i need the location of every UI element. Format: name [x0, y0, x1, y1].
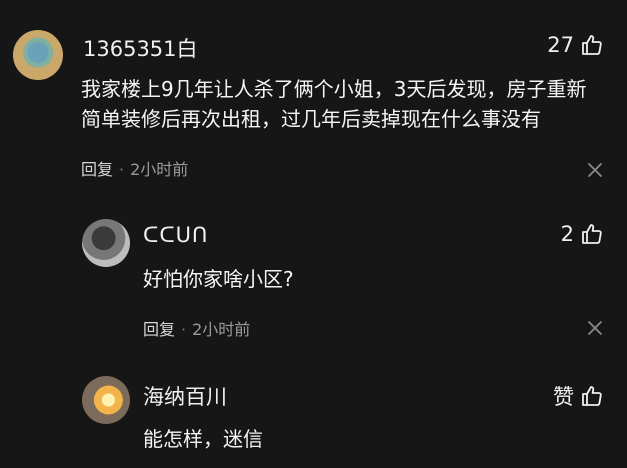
thumbs-up-icon	[580, 33, 604, 57]
like-count: 27	[547, 33, 574, 57]
close-icon[interactable]	[587, 162, 603, 178]
like-button[interactable]: 27	[547, 33, 604, 57]
reply-button[interactable]: 回复	[81, 160, 113, 179]
meta-separator: ·	[119, 160, 125, 179]
like-count: 赞	[553, 385, 574, 409]
avatar[interactable]	[13, 30, 63, 80]
thumbs-up-icon	[580, 222, 604, 246]
thumbs-up-icon	[580, 384, 604, 408]
comment-time: 2小时前	[130, 160, 189, 179]
comment-username[interactable]: ᑕᑕᑌᑎ	[143, 223, 208, 247]
like-count: 2	[560, 222, 574, 246]
comment-text: 我家楼上9几年让人杀了俩个小姐，3天后发现，房子重新简单装修后再次出租，过几年后…	[81, 77, 587, 131]
close-icon[interactable]	[587, 320, 603, 336]
like-button[interactable]: 赞	[553, 381, 604, 411]
comment-meta: 回复 · 2小时前	[81, 156, 188, 180]
comment-text: 能怎样，迷信	[143, 427, 263, 451]
comment-meta: 回复 · 2小时前	[143, 316, 250, 340]
meta-separator: ·	[181, 320, 187, 339]
comment-username[interactable]: 1365351白	[83, 33, 198, 63]
comment-text: 好怕你家啥小区?	[143, 267, 294, 291]
like-button[interactable]: 2	[561, 222, 604, 246]
avatar[interactable]	[82, 376, 130, 424]
comment-time: 2小时前	[192, 320, 251, 339]
avatar[interactable]	[82, 219, 130, 267]
comment-username[interactable]: 海纳百川	[143, 381, 227, 411]
reply-button[interactable]: 回复	[143, 320, 175, 339]
